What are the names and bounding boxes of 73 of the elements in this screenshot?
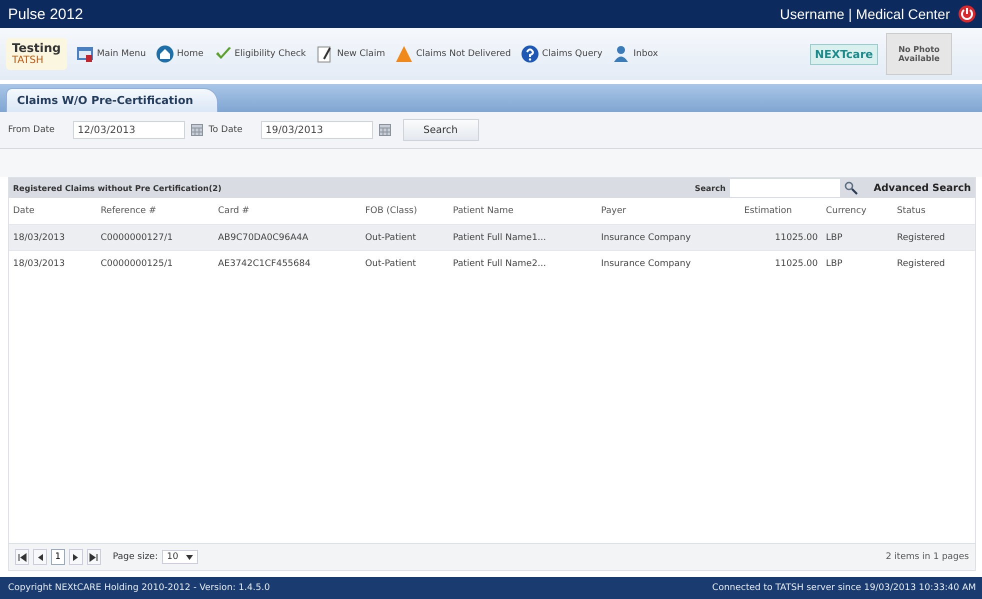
toolbar-button[interactable]: Inbox (611, 43, 660, 65)
calendar-icon (378, 124, 391, 136)
table-cell: Patient Full Name1... (448, 224, 597, 250)
table-cell: Registered (892, 224, 975, 250)
power-icon (958, 5, 976, 23)
table-cell: Out-Patient (361, 250, 449, 276)
column-header[interactable]: Estimation (740, 198, 822, 224)
advanced-search-link[interactable]: Advanced Search (874, 182, 971, 194)
column-header[interactable]: Status (892, 198, 975, 224)
previous-page-button[interactable] (33, 549, 47, 565)
page-size-dropdown[interactable]: 10 (162, 550, 198, 564)
connection-status: Connected to TATSH server since 19/03/2013 10:33:40 AM (712, 583, 976, 593)
table-cell: LBP (822, 224, 893, 250)
warning-icon (395, 45, 414, 63)
caret-icon (186, 554, 194, 560)
search-label: Search (694, 184, 726, 192)
search-field[interactable] (730, 179, 840, 197)
window-title: Pulse 2012 (8, 6, 84, 22)
table-cell: 18/03/2013 (9, 250, 97, 276)
column-header[interactable]: Card # (214, 198, 362, 224)
help-icon (520, 45, 539, 63)
column-header[interactable]: FOB (Class) (361, 198, 449, 224)
logo: Testing TATSH (6, 38, 67, 70)
window-icon (76, 45, 94, 63)
column-header[interactable]: Date (9, 198, 97, 224)
search-icon (844, 181, 858, 195)
previous-page-icon (36, 552, 44, 562)
grid-title: Registered Claims without Pre Certification(2) (13, 184, 222, 192)
table-cell: 11025.00 (740, 250, 822, 276)
toolbar-button[interactable]: Claims Not Delivered (394, 43, 512, 65)
toolbar-button[interactable]: Eligibility Check (212, 43, 308, 65)
table-cell: C0000000127/1 (96, 224, 214, 250)
tab[interactable]: Claims W/O Pre-Certification (6, 88, 218, 112)
column-header[interactable]: Currency (822, 198, 893, 224)
date-field[interactable]: 12/03/2013 (72, 121, 185, 139)
user-label: Username | Medical Center (780, 6, 950, 22)
toolbar-button[interactable]: Home (154, 43, 204, 65)
column-header[interactable]: Payer (596, 198, 740, 224)
toolbar-button[interactable]: Claims Query (520, 43, 604, 65)
table-cell: Insurance Company (596, 224, 740, 250)
first-page-button[interactable] (15, 549, 29, 565)
field-label: To Date (208, 125, 243, 135)
table-cell: Insurance Company (596, 250, 740, 276)
last-page-button[interactable] (86, 549, 101, 565)
table-cell: Registered (892, 250, 975, 276)
search-button[interactable]: Search (402, 119, 479, 141)
calendar-icon (190, 124, 203, 136)
field-label: From Date (8, 125, 55, 135)
table-cell: 18/03/2013 (9, 224, 97, 250)
table-cell: AB9C70DA0C96A4A (214, 224, 362, 250)
copyright-text: Copyright NEXtCARE Holding 2010-2012 - Version: 1.4.5.0 (8, 583, 270, 593)
person-icon (612, 45, 630, 63)
page-size-label: Page size: (112, 552, 158, 562)
pager-summary: 2 items in 1 pages (886, 552, 969, 562)
table-cell: AE3742C1CF455684 (214, 250, 362, 276)
first-page-icon (18, 552, 26, 562)
table-cell: 11025.00 (740, 224, 822, 250)
next-page-button[interactable] (68, 549, 83, 565)
page-number-button[interactable]: 1 (51, 549, 65, 565)
column-header[interactable]: Patient Name (448, 198, 597, 224)
next-page-icon (71, 552, 80, 562)
date-field[interactable]: 19/03/2013 (260, 121, 373, 139)
photo-caption: No Photo Available (897, 45, 941, 63)
column-header[interactable]: Reference # (96, 198, 214, 224)
table-cell: C0000000125/1 (96, 250, 214, 276)
last-page-icon (89, 552, 98, 562)
table-cell: Out-Patient (361, 224, 449, 250)
table-cell: Patient Full Name2... (448, 250, 597, 276)
toolbar-button[interactable]: New Claim (315, 43, 386, 65)
brand-logo: NEXTcare (810, 44, 878, 64)
table-cell: LBP (822, 250, 893, 276)
toolbar-button[interactable]: Main Menu (74, 43, 147, 65)
home-icon (156, 45, 174, 63)
